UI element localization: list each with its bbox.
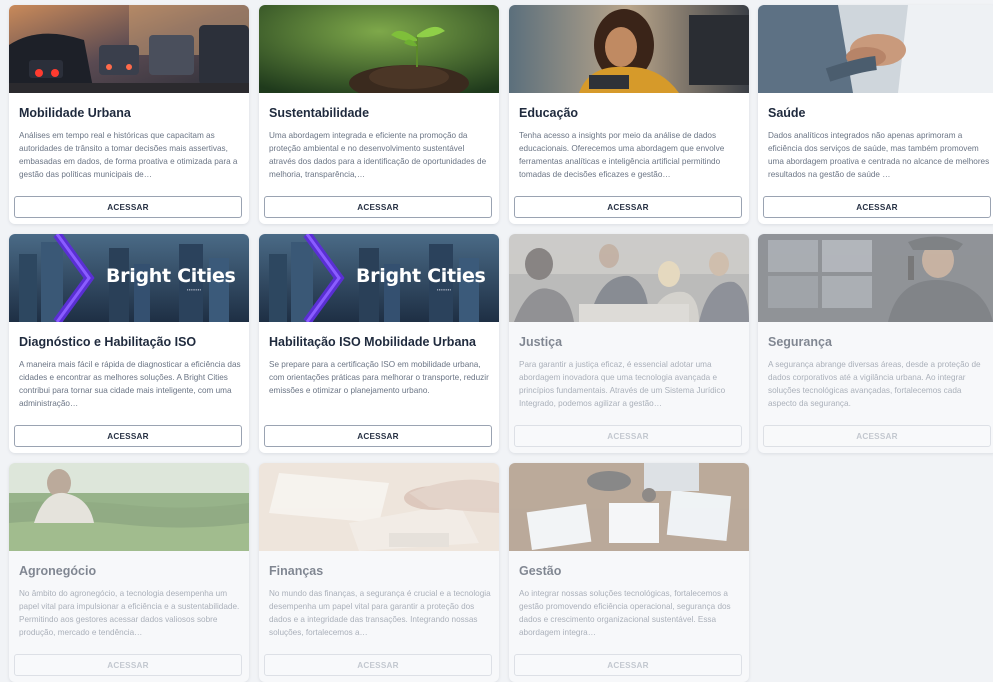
module-title: Segurança xyxy=(768,335,832,349)
acessar-button[interactable]: ACESSAR xyxy=(763,196,991,218)
module-card-sustentabilidade[interactable]: Sustentabilidade Uma abordagem integrada… xyxy=(259,5,499,224)
module-title: Gestão xyxy=(519,564,562,578)
module-card-gestao[interactable]: Gestão Ao integrar nossas soluções tecno… xyxy=(509,463,749,682)
module-title: Agronegócio xyxy=(19,564,97,578)
meeting-photo xyxy=(509,234,749,322)
module-description: A segurança abrange diversas áreas, desd… xyxy=(768,360,981,408)
acessar-button[interactable]: ACESSAR xyxy=(264,425,492,447)
module-title: Finanças xyxy=(269,564,324,578)
acessar-button[interactable]: ACESSAR xyxy=(514,196,742,218)
module-description: A maneira mais fácil e rápida de diagnos… xyxy=(19,360,241,408)
module-card-financas[interactable]: Finanças No mundo das finanças, a segura… xyxy=(259,463,499,682)
acessar-button[interactable]: ACESSAR xyxy=(264,654,492,676)
acessar-button[interactable]: ACESSAR xyxy=(14,654,242,676)
bright-cities-banner: Bright Cities ▪▪▪▪▪▪▪▪ xyxy=(259,234,499,322)
acessar-button[interactable]: ACESSAR xyxy=(264,196,492,218)
module-title: Diagnóstico e Habilitação ISO xyxy=(19,335,197,349)
module-card-justica[interactable]: Justiça Para garantir a justiça eficaz, … xyxy=(509,234,749,453)
module-title: Justiça xyxy=(519,335,563,349)
module-description: No mundo das finanças, a segurança é cru… xyxy=(269,589,491,637)
logo-tagline: ▪▪▪▪▪▪▪▪ xyxy=(187,287,202,292)
module-title: Sustentabilidade xyxy=(269,106,370,120)
bright-cities-logo: Bright Cities xyxy=(106,265,236,287)
module-card-agronegocio[interactable]: Agronegócio No âmbito do agronegócio, a … xyxy=(9,463,249,682)
traffic-photo xyxy=(9,5,249,93)
module-description: Dados analíticos integrados não apenas a… xyxy=(768,131,990,179)
module-description: Para garantir a justiça eficaz, é essenc… xyxy=(519,360,726,408)
module-card-saude[interactable]: Saúde Dados analíticos integrados não ap… xyxy=(758,5,993,224)
module-card-iso-mobilidade[interactable]: Bright Cities ▪▪▪▪▪▪▪▪ Habilitação ISO M… xyxy=(259,234,499,453)
management-photo xyxy=(509,463,749,551)
student-photo xyxy=(509,5,749,93)
module-description: Se prepare para a certificação ISO em mo… xyxy=(269,360,489,395)
module-card-educacao[interactable]: Educação Tenha acesso a insights por mei… xyxy=(509,5,749,224)
module-description: Análises em tempo real e históricas que … xyxy=(19,131,238,179)
module-title: Educação xyxy=(519,106,579,120)
seedling-photo xyxy=(259,5,499,93)
module-card-mobilidade-urbana[interactable]: Mobilidade Urbana Análises em tempo real… xyxy=(9,5,249,224)
security-photo xyxy=(758,234,993,322)
module-description: Tenha acesso a insights por meio da anál… xyxy=(519,131,725,179)
module-title: Habilitação ISO Mobilidade Urbana xyxy=(269,335,476,349)
module-title: Mobilidade Urbana xyxy=(19,106,131,120)
module-title: Saúde xyxy=(768,106,806,120)
logo-tagline: ▪▪▪▪▪▪▪▪ xyxy=(437,287,452,292)
module-description: No âmbito do agronegócio, a tecnologia d… xyxy=(19,589,240,637)
module-description: Uma abordagem integrada e eficiente na p… xyxy=(269,131,487,179)
module-grid: Mobilidade Urbana Análises em tempo real… xyxy=(0,0,993,682)
finance-photo xyxy=(259,463,499,551)
bright-cities-logo: Bright Cities xyxy=(356,265,486,287)
hands-photo xyxy=(758,5,993,93)
module-description: Ao integrar nossas soluções tecnológicas… xyxy=(519,589,731,637)
farm-photo xyxy=(9,463,249,551)
acessar-button[interactable]: ACESSAR xyxy=(14,196,242,218)
acessar-button[interactable]: ACESSAR xyxy=(514,654,742,676)
module-card-seguranca[interactable]: Segurança A segurança abrange diversas á… xyxy=(758,234,993,453)
acessar-button[interactable]: ACESSAR xyxy=(763,425,991,447)
bright-cities-banner: Bright Cities ▪▪▪▪▪▪▪▪ xyxy=(9,234,249,322)
acessar-button[interactable]: ACESSAR xyxy=(14,425,242,447)
acessar-button[interactable]: ACESSAR xyxy=(514,425,742,447)
module-card-diagnostico-iso[interactable]: Bright Cities ▪▪▪▪▪▪▪▪ Diagnóstico e Hab… xyxy=(9,234,249,453)
